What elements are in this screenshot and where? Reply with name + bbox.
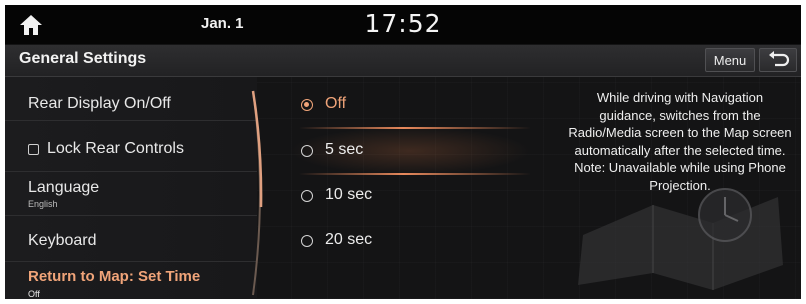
list-item-rear-display[interactable]: Rear Display On/Off (5, 77, 257, 121)
radio-icon (301, 190, 313, 202)
list-item-subtext: Off (28, 289, 40, 299)
radio-icon (301, 99, 313, 111)
list-item-label: Return to Map: Set Time (28, 268, 201, 285)
back-arrow-icon (769, 51, 790, 67)
list-item-label: Language (28, 179, 100, 196)
list-item-label: Lock Rear Controls (47, 140, 184, 157)
list-item-keyboard[interactable]: Keyboard (5, 218, 257, 262)
list-item-label: Rear Display On/Off (28, 95, 171, 112)
time-options: Off 5 sec 10 sec 20 sec (267, 77, 557, 299)
back-button[interactable] (759, 48, 797, 72)
menu-button[interactable]: Menu (705, 48, 755, 72)
option-label: 10 sec (325, 186, 373, 203)
radio-icon (301, 235, 313, 247)
option-label: 5 sec (325, 141, 364, 158)
status-bar: Jan. 1 17:52 (5, 5, 801, 44)
page-title: General Settings (19, 50, 147, 67)
clock-display: 17:52 (364, 9, 442, 38)
page-header: General Settings Menu (5, 45, 801, 77)
list-item-language[interactable]: Language English (5, 172, 257, 216)
option-10-sec[interactable]: 10 sec (267, 174, 557, 218)
option-20-sec[interactable]: 20 sec (267, 219, 557, 263)
infotainment-screen: Jan. 1 17:52 General Settings Menu Rear … (5, 5, 801, 299)
checkbox-icon[interactable] (28, 144, 39, 155)
settings-list: Rear Display On/Off Lock Rear Controls L… (5, 77, 257, 299)
option-label: 20 sec (325, 231, 373, 248)
option-5-sec[interactable]: 5 sec (267, 129, 557, 173)
list-item-lock-rear-controls[interactable]: Lock Rear Controls (5, 128, 257, 172)
list-item-label: Keyboard (28, 232, 97, 249)
setting-description: While driving with Navigation guidance, … (568, 90, 792, 193)
radio-icon (301, 145, 313, 157)
option-off[interactable]: Off (267, 83, 557, 127)
list-item-return-to-map[interactable]: Return to Map: Set Time Off (5, 262, 257, 299)
option-label: Off (325, 95, 347, 112)
list-item-subtext: English (28, 199, 58, 209)
